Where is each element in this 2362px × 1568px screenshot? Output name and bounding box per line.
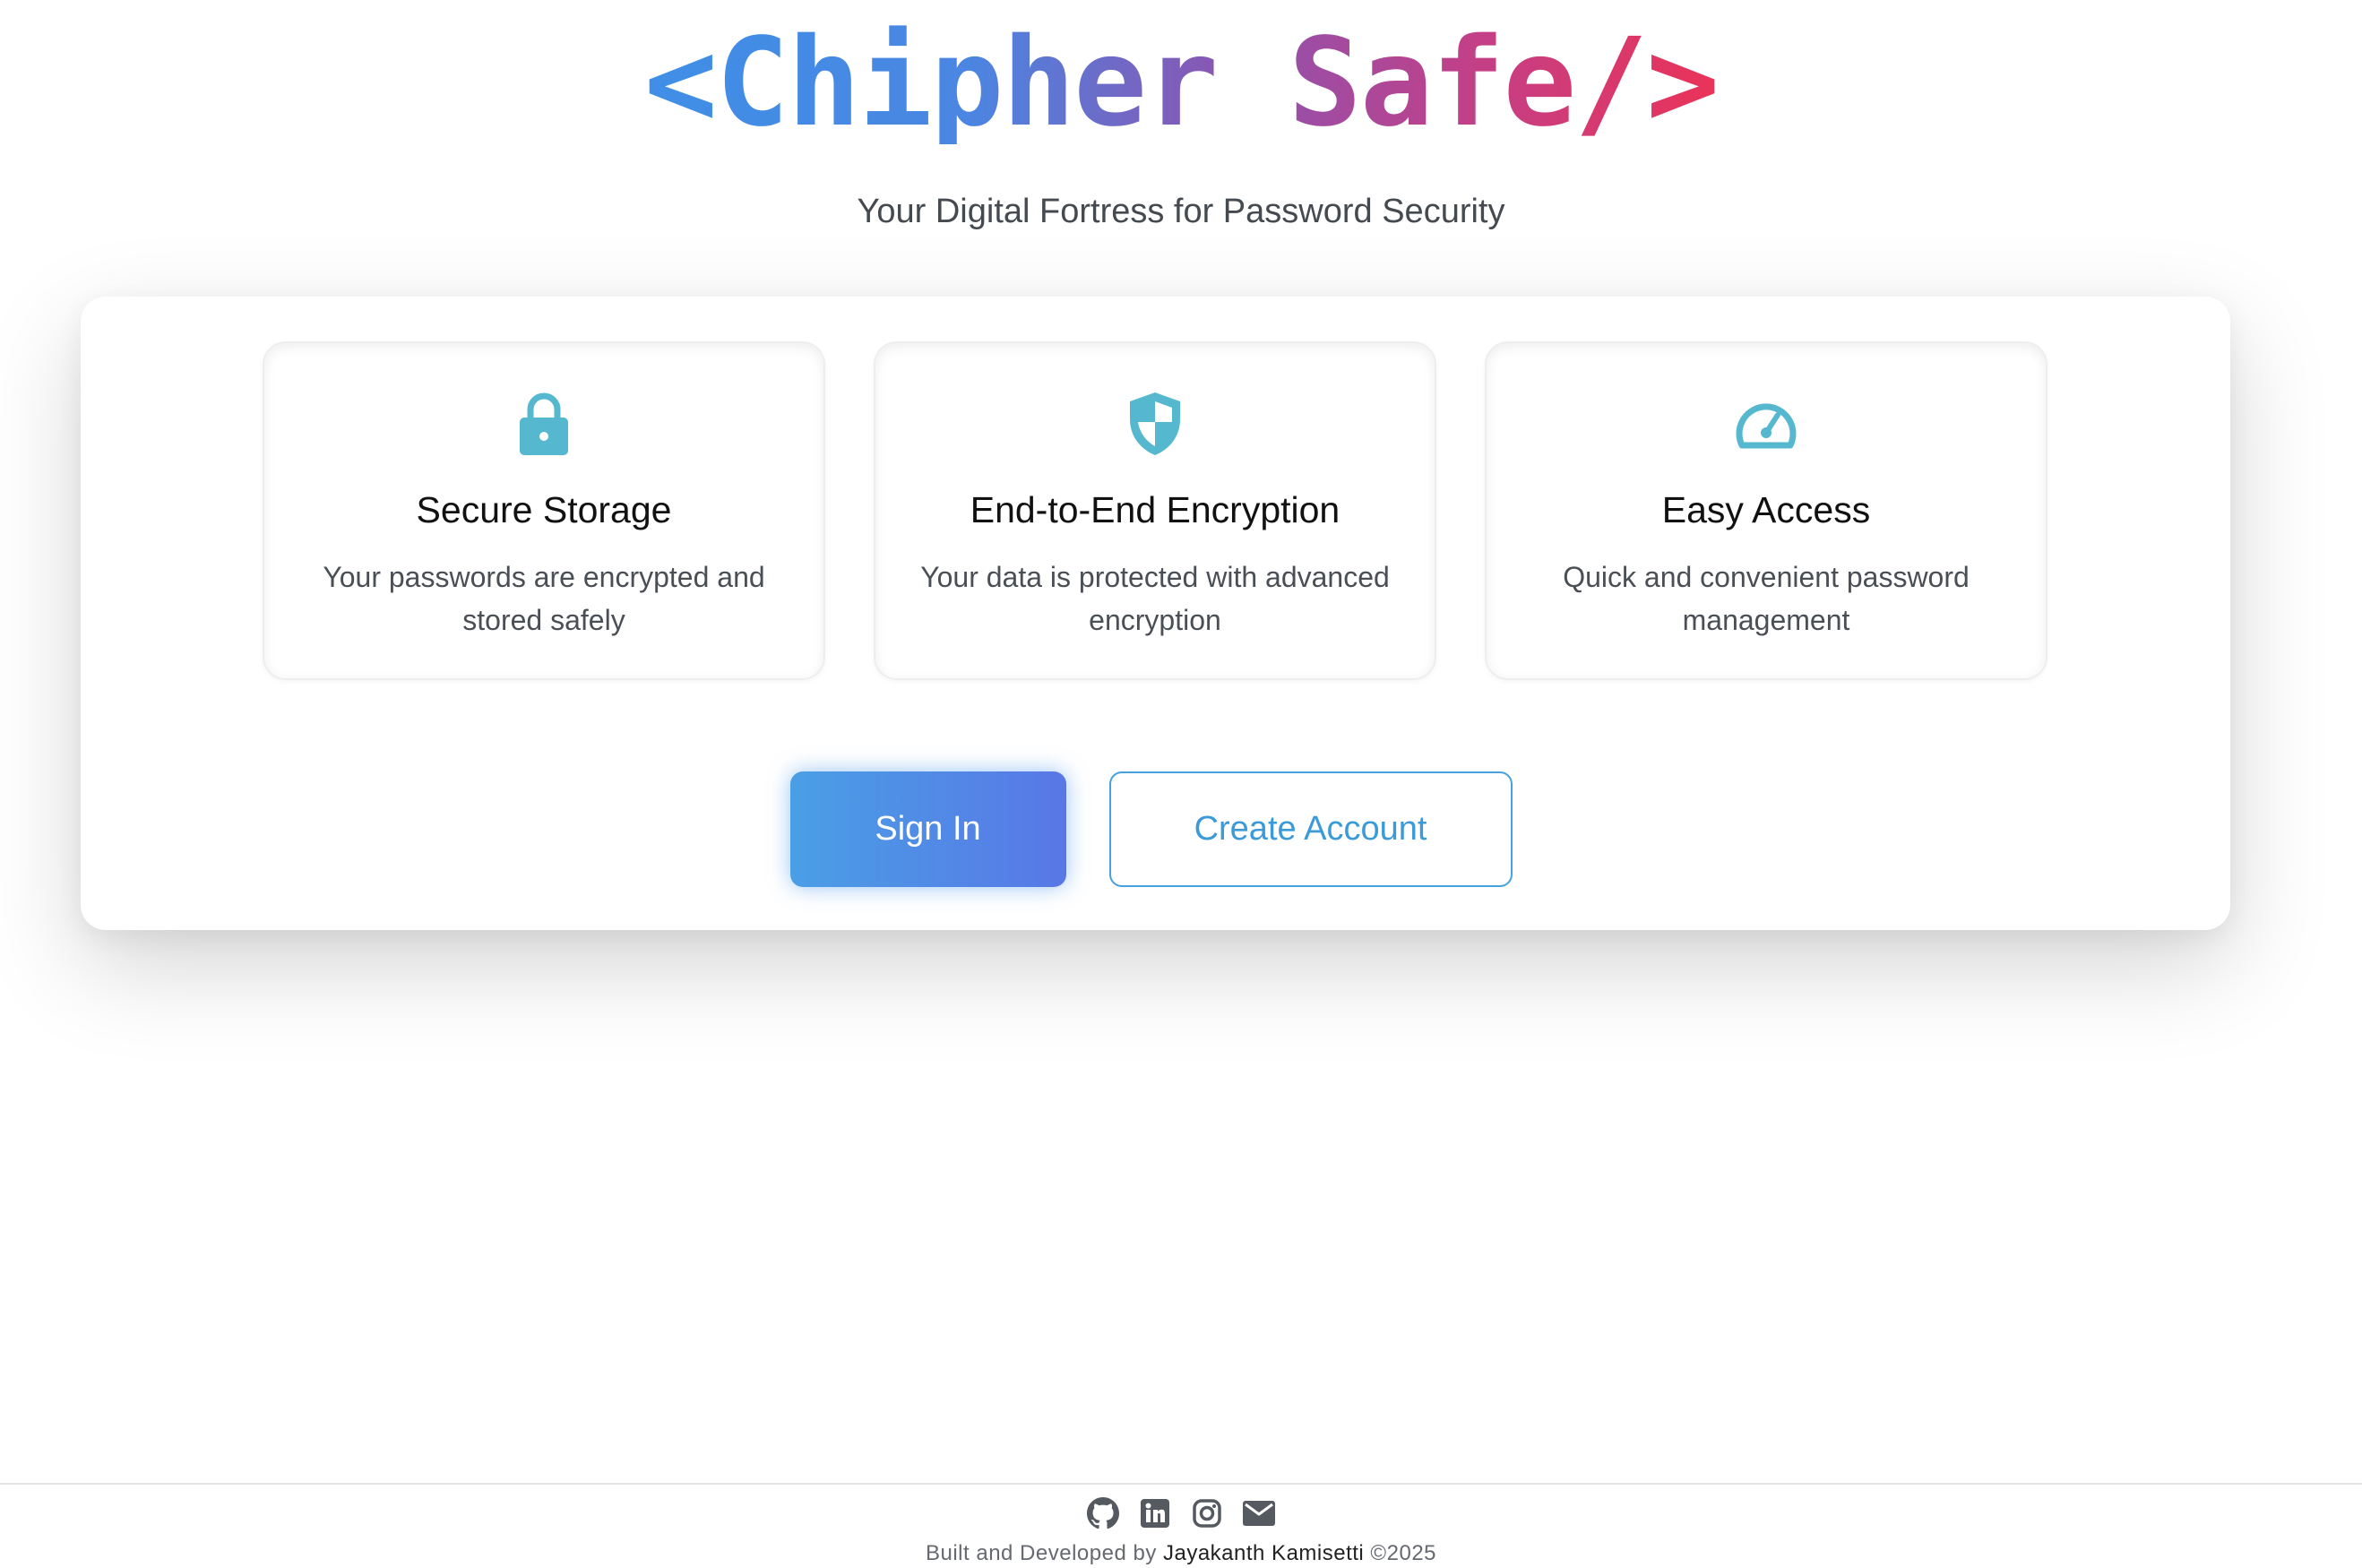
linkedin-icon[interactable] [1139,1497,1171,1529]
main-card: Secure Storage Your passwords are encryp… [81,297,2230,930]
footer: Built and Developed by Jayakanth Kamiset… [0,1483,2362,1568]
feature-title: End-to-End Encryption [970,489,1340,530]
instagram-icon[interactable] [1191,1497,1223,1529]
features-row: Secure Storage Your passwords are encryp… [263,341,2047,680]
feature-description: Your passwords are encrypted and stored … [323,561,765,636]
feature-card-secure-storage: Secure Storage Your passwords are encryp… [263,341,825,680]
email-icon[interactable] [1243,1497,1275,1529]
speedometer-icon [1730,388,1802,460]
shield-icon [1119,388,1191,460]
auth-actions: Sign In Create Account [81,771,2230,887]
credit-prefix: Built and Developed by [925,1541,1163,1565]
social-links [0,1497,2362,1529]
feature-description: Quick and convenient password management [1563,561,1970,636]
feature-card-easy-access: Easy Access Quick and convenient passwor… [1485,341,2047,680]
feature-title: Easy Access [1661,489,1871,530]
sign-in-button[interactable]: Sign In [789,771,1066,887]
brand-title: <Chipher Safe/> [643,12,1720,154]
footer-credit: Built and Developed by Jayakanth Kamiset… [0,1541,2362,1566]
feature-title: Secure Storage [416,489,672,530]
feature-card-encryption: End-to-End Encryption Your data is prote… [874,341,1436,680]
create-account-button[interactable]: Create Account [1108,771,1513,887]
feature-description: Your data is protected with advanced enc… [920,561,1390,636]
brand-header: <Chipher Safe/> [0,0,2362,170]
github-icon[interactable] [1087,1497,1119,1529]
author-link[interactable]: Jayakanth Kamisetti [1163,1541,1364,1565]
landing-page: <Chipher Safe/> Your Digital Fortress fo… [0,0,2362,1568]
lock-icon [508,388,580,460]
tagline: Your Digital Fortress for Password Secur… [857,193,1505,230]
copyright-text: ©2025 [1364,1541,1437,1565]
